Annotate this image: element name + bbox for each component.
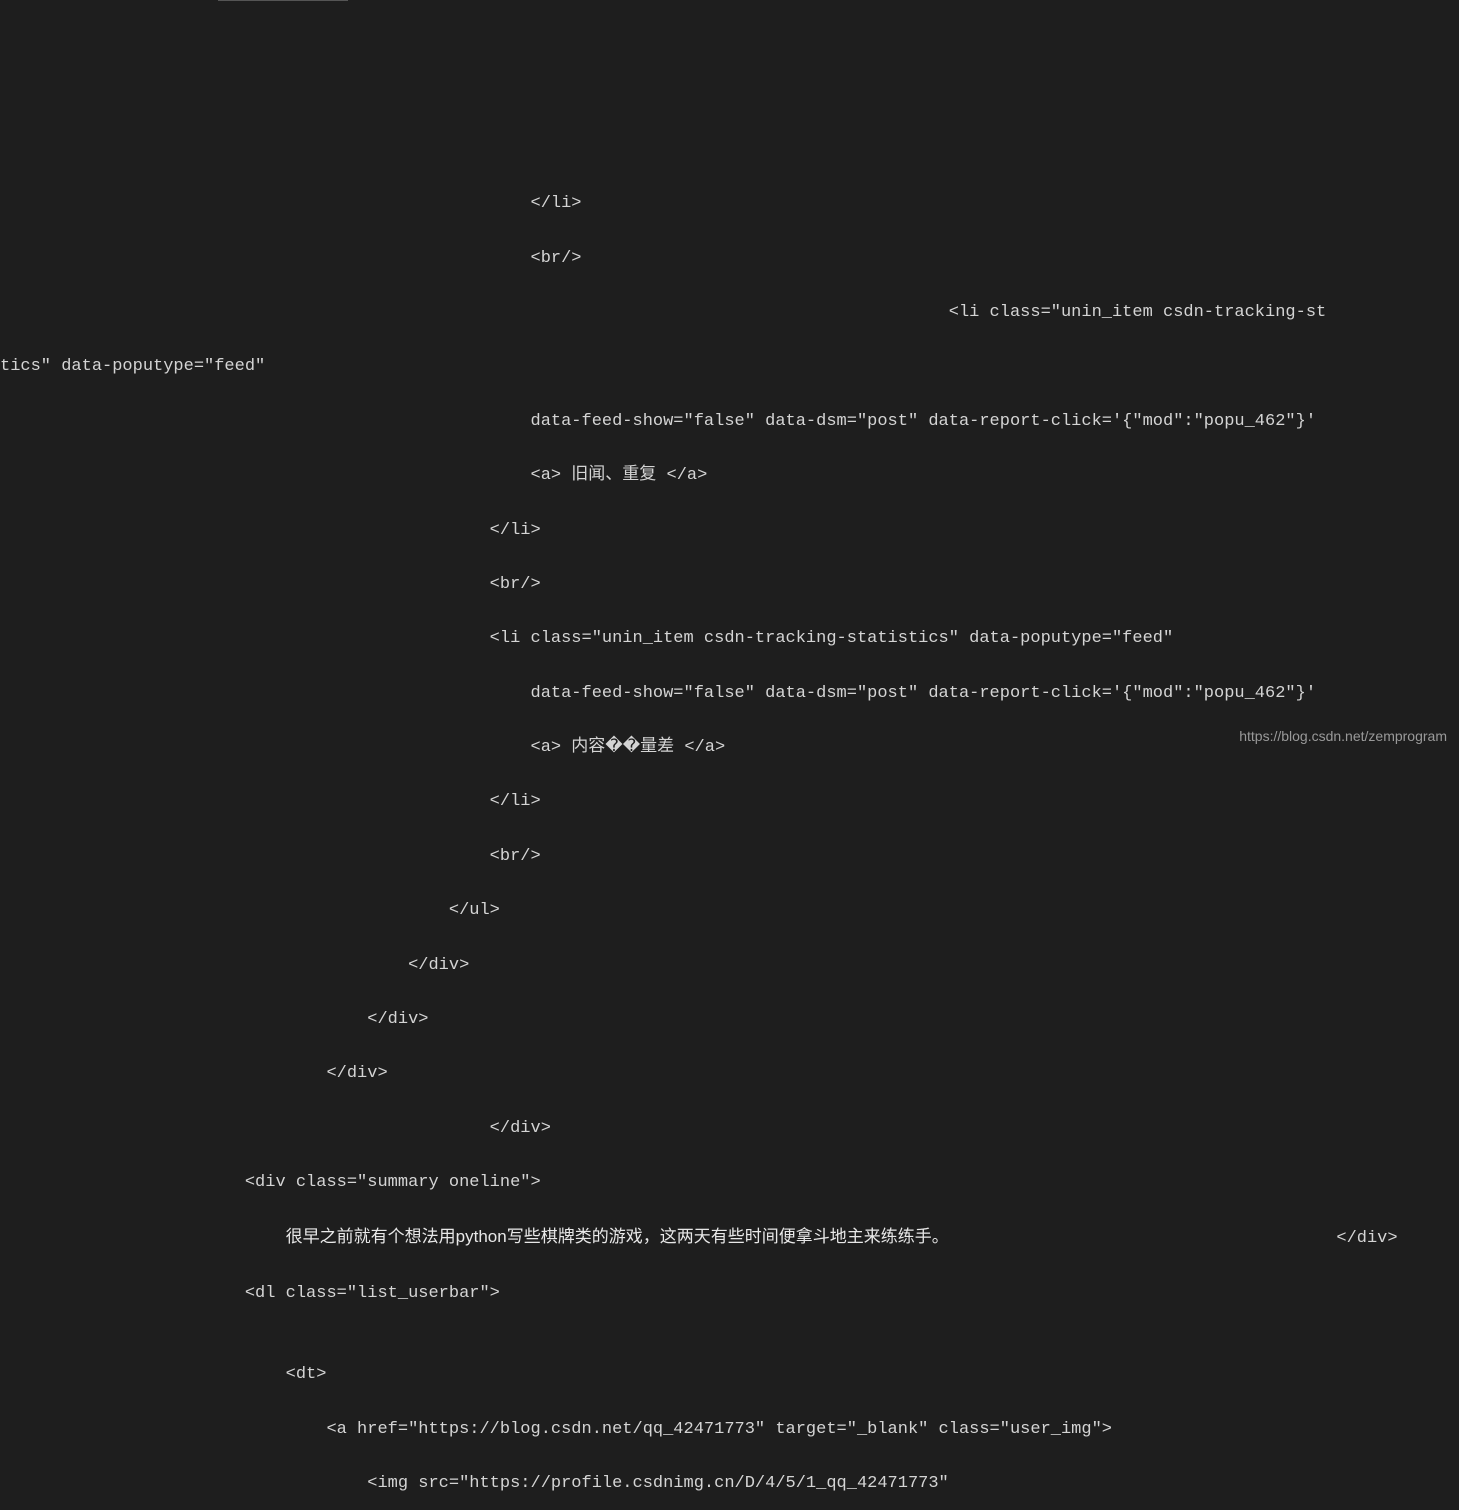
code-line: <dl class="list_userbar"> <box>0 1280 1459 1307</box>
code-line: <img src="https://profile.csdnimg.cn/D/4… <box>0 1470 1459 1497</box>
code-line: </ul> <box>0 897 1459 924</box>
code-line: </div> <box>0 1060 1459 1087</box>
code-line: </li> <box>0 517 1459 544</box>
indent <box>0 1229 286 1248</box>
code-line: <div class="summary oneline"> <box>0 1169 1459 1196</box>
code-line-summary: 很早之前就有个想法用python写些棋牌类的游戏，这两天有些时间便拿斗地主来练练… <box>0 1223 1459 1252</box>
watermark-url: https://blog.csdn.net/zemprogram <box>1239 725 1447 747</box>
code-line: data-feed-show="false" data-dsm="post" d… <box>0 408 1459 435</box>
code-line: <li class="unin_item csdn-tracking-st <box>0 299 1459 326</box>
code-line: <br/> <box>0 843 1459 870</box>
code-line: <br/> <box>0 571 1459 598</box>
code-line: <br/> <box>0 245 1459 272</box>
closing-tag: </div> <box>949 1229 1398 1248</box>
code-line: </li> <box>0 788 1459 815</box>
code-line: <dt> <box>0 1361 1459 1388</box>
code-block: </li> <br/> <li class="unin_item csdn-tr… <box>0 163 1459 1510</box>
separator-line <box>218 0 348 1</box>
code-line: </div> <box>0 1115 1459 1142</box>
summary-text: 很早之前就有个想法用python写些棋牌类的游戏，这两天有些时间便拿斗地主来练练… <box>286 1227 949 1246</box>
code-line: </div> <box>0 952 1459 979</box>
code-line: tics" data-poputype="feed" <box>0 353 1459 380</box>
code-line: </li> <box>0 190 1459 217</box>
code-line: data-feed-show="false" data-dsm="post" d… <box>0 680 1459 707</box>
code-line: <a href="https://blog.csdn.net/qq_424717… <box>0 1416 1459 1443</box>
code-line: <a> 旧闻、重复 </a> <box>0 462 1459 489</box>
code-line: </div> <box>0 1006 1459 1033</box>
code-line: <li class="unin_item csdn-tracking-stati… <box>0 625 1459 652</box>
